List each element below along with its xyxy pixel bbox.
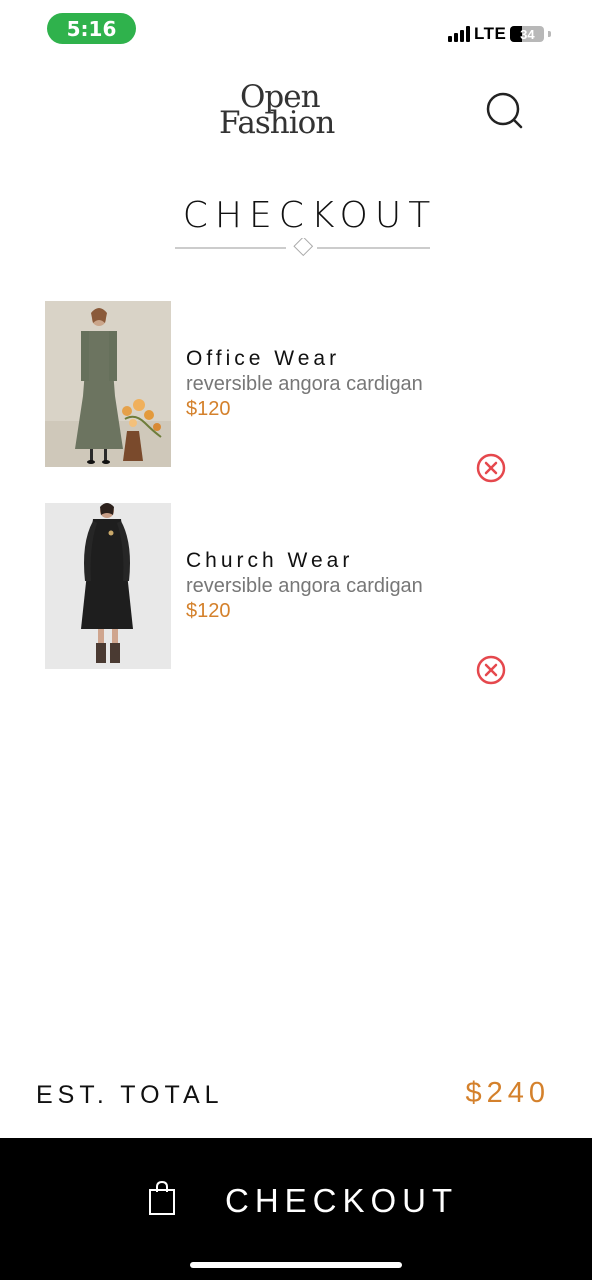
battery-percent: 34 [520, 26, 535, 42]
network-type: LTE [474, 24, 507, 43]
battery-icon: 34 [510, 26, 545, 42]
logo-line-2: Fashion [219, 105, 335, 141]
title-divider [175, 238, 430, 257]
remove-circle-x-icon [476, 453, 506, 483]
item-name: Office Wear [186, 347, 341, 370]
total-value: $240 [465, 1077, 550, 1109]
checkout-label: CHECKOUT [225, 1182, 459, 1219]
cart-item[interactable]: Office Wear reversible angora cardigan $… [45, 301, 525, 483]
cart-item[interactable]: Church Wear reversible angora cardigan $… [45, 503, 525, 685]
brand-logo[interactable]: Open Fashion [215, 82, 365, 142]
remove-item-button[interactable] [475, 654, 507, 686]
remove-circle-x-icon [476, 655, 506, 685]
item-price: $120 [186, 600, 231, 622]
shopping-bag-icon [149, 1180, 175, 1215]
search-button[interactable] [482, 88, 526, 132]
item-price: $120 [186, 398, 231, 420]
signal-icon [448, 26, 470, 42]
total-label: EST. TOTAL [36, 1081, 224, 1109]
product-image[interactable] [45, 301, 171, 467]
status-time: 5:16 [47, 13, 136, 44]
remove-item-button[interactable] [475, 452, 507, 484]
item-description: reversible angora cardigan [186, 373, 423, 395]
item-description: reversible angora cardigan [186, 575, 423, 597]
checkout-button[interactable]: CHECKOUT [0, 1138, 592, 1280]
status-indicators: LTE 34 [448, 22, 552, 46]
search-icon [486, 92, 523, 129]
battery-cap [548, 31, 552, 37]
home-indicator [190, 1262, 402, 1268]
product-image[interactable] [45, 503, 171, 669]
page-title: CHECKOUT [182, 195, 438, 236]
item-name: Church Wear [186, 549, 354, 572]
